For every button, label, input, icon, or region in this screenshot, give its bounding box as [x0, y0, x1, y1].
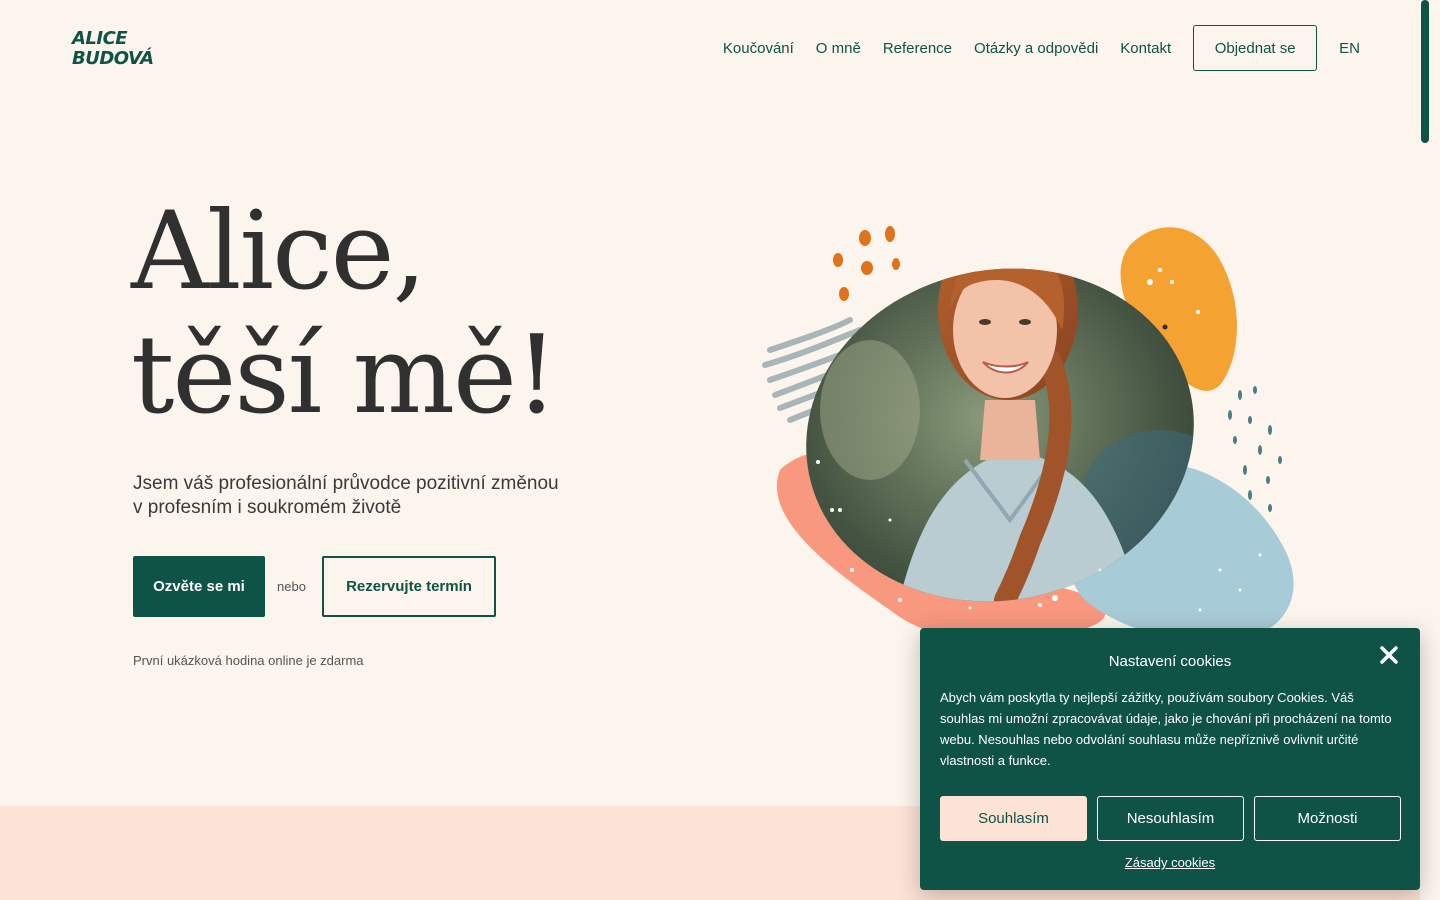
scrollbar[interactable] — [1420, 0, 1430, 900]
hero-subtitle: Jsem váš profesionální průvodce pozitivn… — [133, 472, 593, 520]
order-button[interactable]: Objednat se — [1193, 25, 1318, 71]
dark-dot — [1162, 324, 1168, 330]
book-appointment-button[interactable]: Rezervujte termín — [322, 556, 496, 617]
accept-cookies-button[interactable]: Souhlasím — [940, 796, 1087, 841]
free-lesson-note: První ukázková hodina online je zdarma — [133, 653, 364, 668]
hero-title: Alice, těší mě! — [131, 189, 558, 438]
cookie-text: Abych vám poskytla ty nejlepší zážitky, … — [940, 690, 1392, 768]
nav-item-o-mne[interactable]: O mně — [816, 40, 861, 57]
cookie-title: Nastavení cookies — [1108, 653, 1232, 670]
hero-illustration — [762, 226, 1294, 643]
hero-subtitle-line-1: Jsem váš profesionální průvodce pozitivn… — [133, 473, 559, 494]
scrollbar-thumb[interactable] — [1421, 0, 1429, 143]
logo-line-2: BUDOVÁ — [72, 48, 154, 69]
nav-item-faq[interactable]: Otázky a odpovědi — [974, 40, 1098, 57]
hero-title-line-1: Alice, — [131, 189, 427, 314]
cookie-dialog: Nastavení cookies Abych vám poskytla ty … — [920, 628, 1420, 890]
cookie-options-button[interactable]: Možnosti — [1254, 796, 1401, 841]
cookie-buttons: Souhlasím Nesouhlasím Možnosti — [940, 796, 1401, 841]
language-switch[interactable]: EN — [1339, 40, 1360, 57]
decline-cookies-button[interactable]: Nesouhlasím — [1097, 796, 1244, 841]
cookie-policy-link[interactable]: Zásady cookies — [920, 855, 1420, 870]
nav-item-reference[interactable]: Reference — [883, 40, 952, 57]
hero-subtitle-line-2: v profesním i soukromém životě — [133, 497, 402, 518]
nav-item-koucovani[interactable]: Koučování — [723, 40, 794, 57]
or-text: nebo — [277, 579, 306, 594]
hero-title-line-2: těší mě! — [131, 313, 558, 438]
logo-line-1: ALICE — [72, 28, 128, 49]
main-nav: Koučování O mně Reference Otázky a odpov… — [701, 25, 1360, 71]
logo[interactable]: ALICE BUDOVÁ — [72, 29, 154, 69]
nav-item-kontakt[interactable]: Kontakt — [1120, 40, 1171, 57]
close-icon[interactable] — [1378, 644, 1400, 666]
orange-dots — [833, 226, 900, 301]
contact-me-button[interactable]: Ozvěte se mi — [133, 556, 265, 617]
